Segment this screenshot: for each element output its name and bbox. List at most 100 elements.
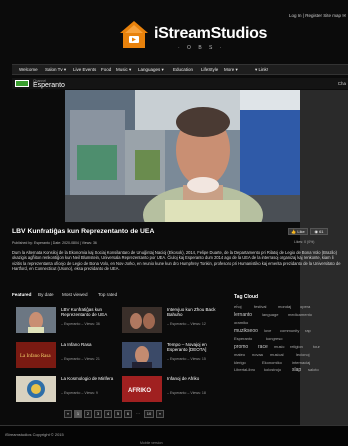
tag-link[interactable]: oramiko bbox=[234, 320, 248, 325]
logo-house-icon bbox=[120, 21, 148, 48]
nav-item-welcome[interactable]: Welcome bbox=[19, 67, 38, 72]
nav-item-education[interactable]: Education bbox=[173, 67, 193, 72]
video-title: LBV Kunfratiĝas kun Reprezentanto de UEA bbox=[12, 228, 155, 235]
likes-info: Likes: 0 (0%) bbox=[294, 240, 315, 244]
tag-link[interactable]: musical bbox=[270, 352, 284, 357]
list-item[interactable]: La Infano Rasa La Infano Rasa – Esperant… bbox=[16, 342, 121, 372]
tag-link[interactable]: opera bbox=[300, 304, 310, 309]
list-item[interactable]: Tempo – Novajoj en Esperanto [DEOTA] – E… bbox=[122, 342, 227, 372]
video-description: Dum la Alternata Konsiloj de la Ekonomia… bbox=[12, 250, 341, 271]
video-list-title[interactable]: Tempo – Novajoj en Esperanto [DEOTA] bbox=[167, 342, 227, 352]
video-thumbnail[interactable] bbox=[16, 376, 56, 402]
list-item[interactable]: AFRIKO Infanoj de Afriko – Esperanto – V… bbox=[122, 376, 227, 406]
footer: iStreamstudios Copyright © 2015 Mobile v… bbox=[0, 425, 348, 446]
tab-top-rated[interactable]: Top rated bbox=[98, 292, 117, 297]
page-ellipsis: … bbox=[136, 410, 140, 415]
tag-link[interactable]: community bbox=[280, 328, 299, 333]
nav-item-salon-tv[interactable]: Salon Tv ▾ bbox=[45, 67, 66, 73]
tag-link[interactable]: love bbox=[264, 328, 271, 333]
tag-link[interactable]: language bbox=[262, 312, 278, 317]
nav-item-link[interactable]: ▾ Link! bbox=[255, 67, 268, 73]
like-button[interactable]: 👍 Like bbox=[288, 228, 308, 235]
views-badge: ◉ 61 bbox=[310, 228, 328, 235]
tag-link[interactable]: kolostrojo bbox=[264, 367, 281, 372]
video-list-title[interactable]: Intervjuo kun Zhou Back Bahuho bbox=[167, 307, 227, 317]
page-button-10[interactable]: 10 bbox=[144, 410, 154, 418]
tag-link[interactable]: muzikseoo bbox=[234, 328, 258, 334]
nav-item-live-events[interactable]: Live Events bbox=[73, 67, 96, 72]
tag-link[interactable]: mateo bbox=[234, 352, 245, 357]
tag-link[interactable]: rap bbox=[305, 328, 311, 333]
tag-link[interactable]: race bbox=[258, 344, 268, 350]
brand-name: iStreamStudios bbox=[154, 25, 268, 42]
channel-flag-icon bbox=[15, 80, 29, 87]
page-button-5[interactable]: 5 bbox=[114, 410, 122, 418]
nav-item-more[interactable]: More ▾ bbox=[224, 67, 238, 73]
tag-link[interactable]: kongreso bbox=[266, 336, 282, 341]
video-list-title[interactable]: La Kosmologio de Mirifera bbox=[61, 376, 121, 381]
tag-link[interactable]: Ekonomiko bbox=[262, 360, 282, 365]
tag-link[interactable]: saloto bbox=[308, 367, 319, 372]
video-list-title[interactable]: LBV Kunfratiĝas kun Reprezentanto de UEA bbox=[61, 307, 121, 317]
list-item[interactable]: Intervjuo kun Zhou Back Bahuho – Esperan… bbox=[122, 307, 227, 337]
tag-link[interactable]: LibertaLibro bbox=[234, 367, 255, 372]
mobile-version-link[interactable]: Mobile version bbox=[140, 441, 163, 445]
channel-bar: Channel Esperanto Cha bbox=[12, 78, 348, 89]
channel-name[interactable]: Esperanto bbox=[33, 82, 65, 89]
page-button-2[interactable]: 2 bbox=[84, 410, 92, 418]
tag-link[interactable]: tour bbox=[313, 344, 320, 349]
tab-most-viewed[interactable]: Most viewed bbox=[62, 292, 88, 297]
tag-link[interactable]: eĥoj bbox=[234, 304, 242, 309]
video-list-meta: – Esperanto – Views: 36 bbox=[61, 322, 100, 326]
tag-cloud: Tag Cloud eĥoj festival mondaj opera ler… bbox=[230, 293, 330, 373]
video-meta: Published by: Esperanto | Date: 2020-080… bbox=[12, 241, 97, 245]
tab-by-date[interactable]: By date bbox=[38, 292, 54, 297]
page-next-button[interactable]: » bbox=[156, 410, 164, 418]
video-list-title[interactable]: La Infano Rasa bbox=[61, 342, 121, 347]
video-thumbnail[interactable] bbox=[16, 307, 56, 333]
main-nav: Welcome Salon Tv ▾ Live Events Food Musi… bbox=[12, 64, 348, 75]
tag-link[interactable]: novaa bbox=[252, 352, 263, 357]
top-links[interactable]: Log In | Register Site map ✉ bbox=[289, 13, 346, 19]
nav-item-languages[interactable]: Languages ▾ bbox=[138, 67, 164, 73]
video-list-meta: – Esperanto – Views: 21 bbox=[61, 357, 100, 361]
tag-cloud-title: Tag Cloud bbox=[234, 294, 259, 300]
tag-link[interactable]: medicamento bbox=[288, 312, 312, 317]
video-thumbnail[interactable] bbox=[122, 342, 162, 368]
video-list-title[interactable]: Infanoj de Afriko bbox=[167, 376, 227, 381]
tag-link[interactable]: mondaj bbox=[278, 304, 291, 309]
video-thumbnail[interactable]: AFRIKO bbox=[122, 376, 162, 402]
video-list-meta: – Esperanto – Views: 12 bbox=[167, 322, 206, 326]
video-thumbnail[interactable] bbox=[122, 307, 162, 333]
tag-link[interactable]: internaciaj bbox=[292, 360, 310, 365]
tag-link[interactable]: promo bbox=[234, 344, 248, 350]
video-list-meta: – Esperanto – Views: 18 bbox=[167, 391, 206, 395]
video-player[interactable] bbox=[65, 90, 300, 222]
tag-link[interactable]: slap bbox=[292, 367, 301, 373]
footer-copyright: iStreamstudios Copyright © 2015 bbox=[5, 432, 64, 437]
tab-featured[interactable]: Featured bbox=[12, 292, 31, 297]
video-frame-image bbox=[65, 90, 300, 222]
list-item[interactable]: La Kosmologio de Mirifera – Esperanto – … bbox=[16, 376, 121, 406]
page-button-6[interactable]: 6 bbox=[124, 410, 132, 418]
tag-link[interactable]: lernanto bbox=[234, 312, 252, 318]
tag-link[interactable]: music bbox=[274, 344, 284, 349]
page-button-4[interactable]: 4 bbox=[104, 410, 112, 418]
site-logo[interactable]: iStreamStudios · O B S · bbox=[118, 19, 267, 57]
page-button-3[interactable]: 3 bbox=[94, 410, 102, 418]
list-item[interactable]: LBV Kunfratiĝas kun Reprezentanto de UEA… bbox=[16, 307, 121, 337]
page-button-1[interactable]: 1 bbox=[74, 410, 82, 418]
tag-link[interactable]: religion bbox=[290, 344, 303, 349]
video-thumbnail[interactable]: La Infano Rasa bbox=[16, 342, 56, 368]
page-prev-button[interactable]: « bbox=[64, 410, 72, 418]
tag-link[interactable]: lecionoj bbox=[296, 352, 310, 357]
thumbnail-caption: AFRIKO bbox=[128, 388, 151, 394]
nav-item-food[interactable]: Food bbox=[101, 67, 111, 72]
nav-item-music[interactable]: Music ▾ bbox=[116, 67, 131, 73]
channel-right-label: Cha bbox=[337, 81, 346, 86]
tag-link[interactable]: Esperanto bbox=[234, 336, 252, 341]
video-list-meta: – Esperanto – Views: 15 bbox=[167, 357, 206, 361]
tag-link[interactable]: festival bbox=[254, 304, 266, 309]
tag-link[interactable]: klerigo bbox=[234, 360, 246, 365]
nav-item-lifestyle[interactable]: LifeStyle bbox=[201, 67, 218, 72]
